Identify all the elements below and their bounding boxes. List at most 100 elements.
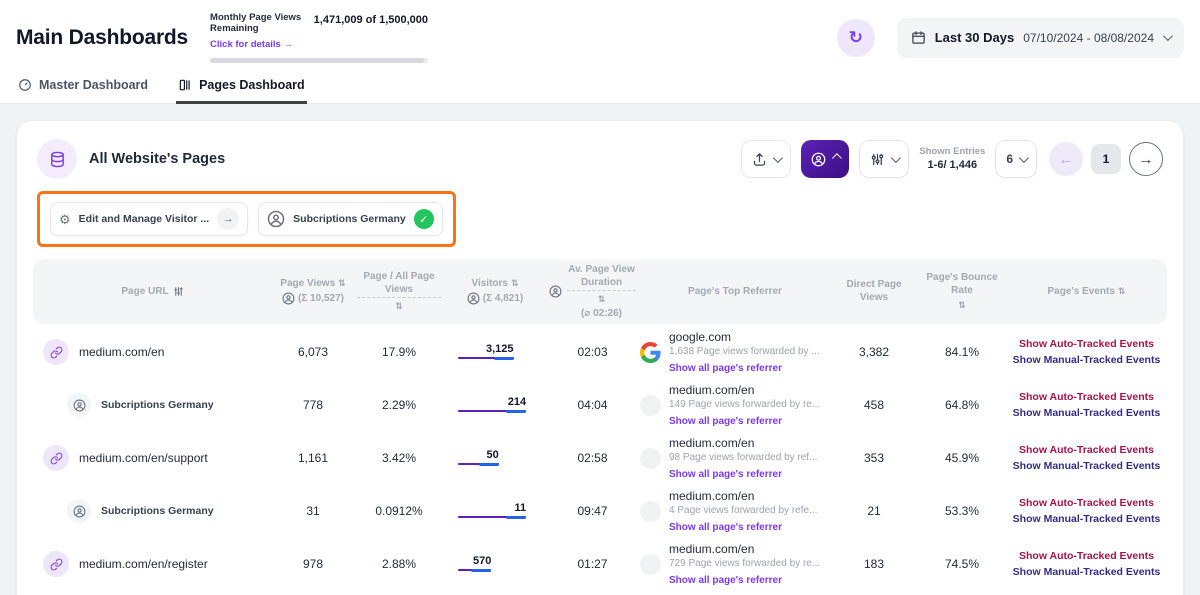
visitor-segment-icon [282, 292, 295, 305]
bounce-rate-cell: 45.9% [918, 451, 1006, 465]
visitors-value: 11 [514, 502, 526, 514]
column-settings-button[interactable] [859, 140, 909, 178]
segment-row[interactable]: Subcriptions Germany 778 2.29% 214 04:04… [33, 379, 1167, 432]
page-url: medium.com/en/support [79, 451, 208, 465]
visitor-segment-icon [67, 499, 91, 523]
page-size-select[interactable]: 6 [995, 140, 1037, 178]
show-auto-events-link[interactable]: Show Auto-Tracked Events [1019, 550, 1154, 563]
column-top-referrer: Page's Top Referrer [640, 281, 830, 302]
chevron-up-icon [832, 153, 842, 163]
highlight-box: ⚙ Edit and Manage Visitor ... → Subcript… [37, 191, 456, 247]
quota-label: Monthly Page Views Remaining [210, 12, 304, 34]
column-page-url[interactable]: Page URL [33, 281, 273, 302]
show-manual-events-link[interactable]: Show Manual-Tracked Events [1013, 566, 1161, 579]
content-area: All Website's Pages [0, 104, 1200, 595]
segment-row[interactable]: Subcriptions Germany 31 0.0912% 11 09:47… [33, 485, 1167, 538]
visitor-segment-button[interactable] [801, 140, 849, 178]
show-manual-events-link[interactable]: Show Manual-Tracked Events [1013, 354, 1161, 367]
column-events[interactable]: Page's Events⇅ [1006, 281, 1167, 302]
bounce-rate-cell: 64.8% [918, 398, 1006, 412]
column-direct-views: Direct Page Views [830, 274, 918, 308]
tab-master-dashboard[interactable]: Master Dashboard [16, 71, 150, 104]
show-referrers-link[interactable]: Show all page's referrer [669, 362, 782, 376]
visitor-segment-icon [267, 210, 285, 228]
chevron-down-icon [1163, 31, 1173, 41]
segment-row[interactable]: Subcriptions Germany 238 0.7% 100 01:44 … [33, 591, 1167, 595]
current-page-button[interactable]: 1 [1091, 144, 1121, 174]
visitors-value: 50 [486, 449, 498, 461]
sort-icon: ⇅ [511, 278, 519, 290]
table-row[interactable]: medium.com/en/support 1,161 3.42% 50 02:… [33, 432, 1167, 485]
table-row[interactable]: medium.com/en/register 978 2.88% 570 01:… [33, 538, 1167, 591]
previous-page-button[interactable]: ← [1049, 142, 1083, 176]
shown-entries-label: Shown Entries [919, 146, 985, 158]
show-auto-events-link[interactable]: Show Auto-Tracked Events [1019, 497, 1154, 510]
active-segment-chip[interactable]: Subcriptions Germany ✓ [258, 202, 443, 236]
date-preset-label: Last 30 Days [935, 30, 1015, 45]
column-bounce-rate[interactable]: Page's Bounce Rate⇅ [918, 267, 1006, 316]
direct-views-cell: 3,382 [830, 345, 918, 359]
gear-icon: ⚙ [59, 213, 71, 226]
next-page-button[interactable]: → [1129, 142, 1163, 176]
open-segments-button[interactable]: → [217, 208, 239, 230]
top-header: Main Dashboards Monthly Page Views Remai… [0, 0, 1200, 71]
visitors-value: 214 [508, 396, 526, 408]
arrow-left-icon: ← [1059, 151, 1074, 168]
table-row[interactable]: medium.com/en 6,073 17.9% 3,125 02:03 go… [33, 326, 1167, 379]
pages-panel: All Website's Pages [16, 120, 1184, 595]
show-manual-events-link[interactable]: Show Manual-Tracked Events [1013, 407, 1161, 420]
page-all-views-cell: 17.9% [353, 345, 445, 359]
columns-icon [178, 78, 192, 92]
show-referrers-link[interactable]: Show all page's referrer [669, 521, 782, 535]
show-referrers-link[interactable]: Show all page's referrer [669, 468, 782, 482]
column-visitors[interactable]: Visitors⇅ (Σ 4,821) [445, 273, 545, 309]
edit-visitor-segments-chip[interactable]: ⚙ Edit and Manage Visitor ... → [50, 202, 248, 236]
tab-pages-dashboard[interactable]: Pages Dashboard [176, 71, 307, 104]
calendar-icon [911, 30, 926, 45]
date-range-picker[interactable]: Last 30 Days 07/10/2024 - 08/08/2024 [897, 18, 1184, 58]
link-icon [43, 339, 69, 365]
referrer-favicon [640, 395, 661, 416]
page-size-value: 6 [1006, 152, 1013, 166]
tab-label: Master Dashboard [39, 78, 148, 92]
visitors-value: 570 [473, 555, 491, 567]
sort-icon: ⇅ [395, 301, 403, 313]
quota-details-link[interactable]: Click for details → [210, 39, 293, 50]
referrer-domain: medium.com/en [669, 541, 820, 557]
page-all-views-cell: 2.88% [353, 557, 445, 571]
sort-icon: ⇅ [598, 294, 606, 306]
show-referrers-link[interactable]: Show all page's referrer [669, 415, 782, 429]
referrer-favicon [640, 554, 661, 575]
column-page-views[interactable]: Page Views⇅ (Σ 10,527) [273, 273, 353, 309]
duration-cell: 02:03 [545, 345, 640, 359]
panel-title: All Website's Pages [89, 151, 225, 167]
show-manual-events-link[interactable]: Show Manual-Tracked Events [1013, 513, 1161, 526]
page-all-views-cell: 2.29% [353, 398, 445, 412]
gauge-icon [18, 78, 32, 92]
show-auto-events-link[interactable]: Show Auto-Tracked Events [1019, 391, 1154, 404]
refresh-icon: ↻ [849, 28, 863, 48]
dashboard-tabs: Master Dashboard Pages Dashboard [0, 71, 1200, 104]
show-auto-events-link[interactable]: Show Auto-Tracked Events [1019, 338, 1154, 351]
refresh-button[interactable]: ↻ [837, 19, 875, 57]
direct-views-cell: 21 [830, 504, 918, 518]
sliders-icon [870, 152, 885, 167]
quota-widget: Monthly Page Views Remaining Click for d… [210, 12, 428, 63]
shown-entries-value: 1-6/ 1,446 [919, 158, 985, 172]
chip-label: Edit and Manage Visitor ... [79, 213, 210, 225]
quota-progress-fill [210, 58, 424, 63]
sort-icon: ⇅ [1118, 286, 1126, 298]
page-views-cell: 978 [273, 557, 353, 571]
chevron-down-icon [891, 153, 901, 163]
google-icon [640, 342, 661, 363]
visitors-bar: 214 [458, 390, 532, 420]
referrer-favicon [640, 448, 661, 469]
show-manual-events-link[interactable]: Show Manual-Tracked Events [1013, 460, 1161, 473]
column-page-all-views[interactable]: Page / All Page Views⇅ [353, 266, 445, 317]
duration-cell: 04:04 [545, 398, 640, 412]
export-button[interactable] [741, 140, 791, 178]
column-avg-duration[interactable]: Av. Page View Duration⇅ (⌀ 02:26) [545, 259, 640, 324]
show-auto-events-link[interactable]: Show Auto-Tracked Events [1019, 444, 1154, 457]
show-referrers-link[interactable]: Show all page's referrer [669, 574, 782, 588]
direct-views-cell: 458 [830, 398, 918, 412]
